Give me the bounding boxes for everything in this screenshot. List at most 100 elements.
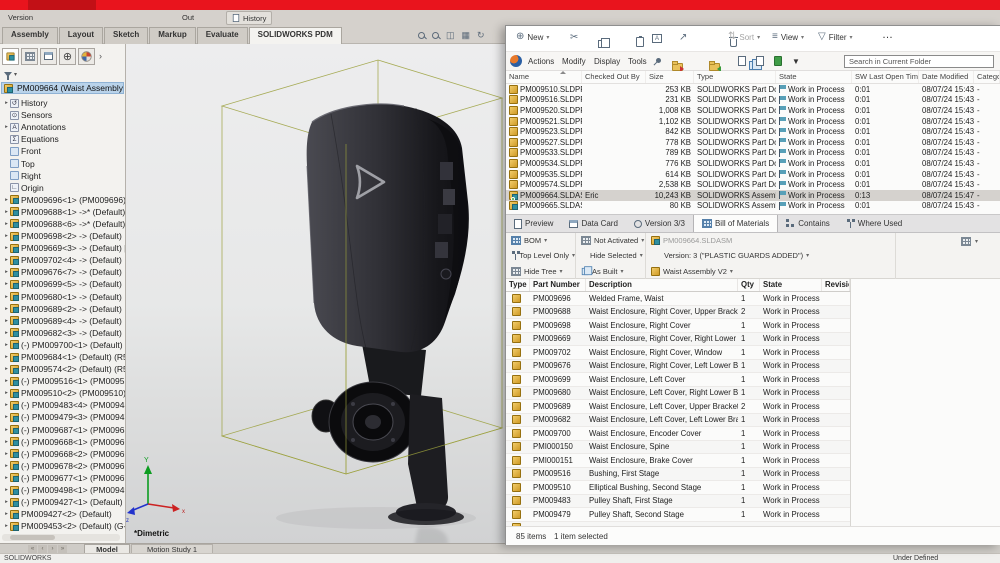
tree-item[interactable]: ▸PM009427<2> (Default): [0, 508, 125, 520]
column-header-checked-out-by[interactable]: Checked Out By: [582, 71, 646, 83]
rename-icon[interactable]: A: [652, 34, 662, 43]
pdm-tab-data-card[interactable]: Data Card: [561, 215, 625, 232]
tab-scroll-last-icon[interactable]: »: [58, 545, 67, 553]
hide-tree-dropdown[interactable]: Hide Tree▾: [506, 264, 575, 279]
expand-arrow-icon[interactable]: ▸: [3, 124, 10, 130]
tree-item[interactable]: ▸PM009453<2> (Default) (G-PC: [0, 520, 125, 532]
search-input[interactable]: [844, 55, 994, 68]
tree-item[interactable]: ▸PM009696<1> (PM009696) (A1: [0, 194, 125, 206]
ribbon-tab-layout[interactable]: Layout: [59, 27, 103, 44]
expand-arrow-icon[interactable]: ▸: [3, 197, 10, 203]
copy-icon[interactable]: [598, 40, 605, 48]
expand-arrow-icon[interactable]: ▸: [3, 209, 10, 215]
tree-item[interactable]: ▸(-) PM009516<1> (PM009516): [0, 375, 125, 387]
expand-arrow-icon[interactable]: ▸: [3, 100, 10, 106]
expand-arrow-icon[interactable]: ▸: [3, 378, 10, 384]
tree-item[interactable]: ▸PM009682<3> -> (Default): [0, 327, 125, 339]
dimxpert-tab[interactable]: ⊕: [59, 48, 76, 65]
expand-arrow-icon[interactable]: ▸: [3, 233, 10, 239]
expand-arrow-icon[interactable]: ▸: [3, 402, 10, 408]
not-activated-dropdown[interactable]: Not Activated▾: [576, 233, 645, 248]
bom-row[interactable]: PM009682Waist Enclosure, Left Cover, Lef…: [506, 414, 850, 428]
bom-row[interactable]: PM009696Welded Frame, Waist1Work in Proc…: [506, 292, 850, 306]
configurationmanager-tab[interactable]: [40, 48, 57, 65]
tree-item[interactable]: ▸PM009698<2> -> (Default): [0, 230, 125, 242]
file-row[interactable]: PM009520.SLDPRT1,008 KBSOLIDWORKS Part D…: [506, 105, 1000, 116]
expand-arrow-icon[interactable]: ▸: [3, 366, 10, 372]
tree-item[interactable]: ▸PM009676<7> -> (Default): [0, 266, 125, 278]
tree-root-item[interactable]: PM009664 (Waist Assembly V2): [1, 82, 124, 94]
display-style-icon[interactable]: ▦: [462, 31, 471, 40]
tree-item[interactable]: ▸PM009510<2> (PM009510) (P1: [0, 387, 125, 399]
tree-item[interactable]: ▸Annotations: [0, 121, 125, 133]
tree-item[interactable]: Sensors: [0, 109, 125, 121]
scrollbar-thumb[interactable]: [10, 535, 55, 540]
tree-item[interactable]: ▸(-) PM009687<1> (PM009687): [0, 424, 125, 436]
tree-item[interactable]: ▸PM009702<4> -> (Default): [0, 254, 125, 266]
file-row[interactable]: PM009516.SLDPRT231 KBSOLIDWORKS Part Doc…: [506, 95, 1000, 106]
file-row[interactable]: PM009664.SLDASMEric10,243 KBSOLIDWORKS A…: [506, 190, 1000, 201]
file-row[interactable]: PM009510.SLDPRT253 KBSOLIDWORKS Part Doc…: [506, 84, 1000, 95]
tree-item[interactable]: ▸(-) PM009668<1> (PM009668): [0, 436, 125, 448]
displaymanager-tab[interactable]: [78, 48, 95, 65]
expand-arrow-icon[interactable]: ▸: [3, 414, 10, 420]
tab-scroll-next-icon[interactable]: ›: [48, 545, 57, 553]
bom-row[interactable]: PM009700Waist Enclosure, Encoder Cover1W…: [506, 427, 850, 441]
pdm-tab-version-3-3[interactable]: Version 3/3: [626, 215, 693, 232]
expand-arrow-icon[interactable]: ▸: [3, 427, 10, 433]
expand-arrow-icon[interactable]: ▸: [3, 221, 10, 227]
panel-expand-arrow[interactable]: ›: [99, 51, 102, 61]
column-header-date-modified[interactable]: Date Modified: [919, 71, 974, 83]
menu-actions[interactable]: Actions: [528, 57, 554, 66]
bom-row[interactable]: PM009510Elliptical Bushing, Second Stage…: [506, 481, 850, 495]
expand-arrow-icon[interactable]: ▸: [3, 463, 10, 469]
expand-arrow-icon[interactable]: ▸: [3, 245, 10, 251]
expand-arrow-icon[interactable]: ▸: [3, 475, 10, 481]
tree-item[interactable]: Right: [0, 170, 125, 182]
tree-item[interactable]: ▸PM009684<1> (Default) (R5-H.: [0, 351, 125, 363]
column-header-category[interactable]: Category: [974, 71, 1000, 83]
menu-display[interactable]: Display: [594, 57, 620, 66]
tree-item[interactable]: ▸(-) PM009677<1> (PM009677): [0, 472, 125, 484]
expand-arrow-icon[interactable]: ▸: [3, 487, 10, 493]
expand-arrow-icon[interactable]: ▸: [3, 499, 10, 505]
bom-row[interactable]: PM009699Waist Enclosure, Left Cover1Work…: [506, 373, 850, 387]
expand-arrow-icon[interactable]: ▸: [3, 523, 10, 529]
column-header-type[interactable]: Type: [694, 71, 776, 83]
compare-bom-icon[interactable]: [961, 237, 971, 246]
check-out-icon[interactable]: [672, 63, 683, 71]
zoom-fit-icon[interactable]: [418, 32, 425, 39]
pdm-tab-contains[interactable]: Contains: [778, 215, 838, 232]
column-header-sw-last-open-time[interactable]: SW Last Open Time: [852, 71, 919, 83]
bom-row[interactable]: PM009702Waist Enclosure, Right Cover, Wi…: [506, 346, 850, 360]
column-header-state[interactable]: State: [776, 71, 852, 83]
tree-item[interactable]: Top: [0, 157, 125, 169]
bom-row[interactable]: PM009676Waist Enclosure, Right Cover, Le…: [506, 360, 850, 374]
file-row[interactable]: PM009527.SLDPRT778 KBSOLIDWORKS Part Doc…: [506, 137, 1000, 148]
cut-icon[interactable]: ✂: [570, 33, 578, 43]
vault-icon[interactable]: [774, 56, 782, 66]
file-preview-icon[interactable]: [756, 56, 764, 66]
ribbon-tab-solidworks-pdm[interactable]: SOLIDWORKS PDM: [249, 27, 342, 44]
tree-item[interactable]: ▸PM009689<2> -> (Default): [0, 303, 125, 315]
tree-item[interactable]: ▸History: [0, 97, 125, 109]
expand-arrow-icon[interactable]: ▸: [3, 269, 10, 275]
tree-filter[interactable]: ▾: [4, 68, 17, 80]
bom-column-header-state[interactable]: State: [760, 279, 822, 291]
graphics-viewport[interactable]: Y x z *Dimetric: [126, 44, 505, 543]
section-view-icon[interactable]: ◫: [446, 31, 455, 40]
share-icon[interactable]: ↗: [679, 33, 687, 43]
column-header-size[interactable]: Size: [646, 71, 694, 83]
tab-scroll-prev-icon[interactable]: ‹: [38, 545, 47, 553]
expand-arrow-icon[interactable]: ▸: [3, 294, 10, 300]
hide-selected-dropdown[interactable]: Hide Selected▾: [576, 248, 645, 263]
file-row[interactable]: PM009533.SLDPRT789 KBSOLIDWORKS Part Doc…: [506, 148, 1000, 159]
tab-scroll-first-icon[interactable]: «: [28, 545, 37, 553]
bom-row[interactable]: PM009698Waist Enclosure, Right Cover1Wor…: [506, 319, 850, 333]
check-in-icon[interactable]: [709, 63, 720, 71]
tree-horizontal-scrollbar[interactable]: [2, 534, 120, 541]
featuremanager-tab[interactable]: [2, 48, 19, 65]
expand-arrow-icon[interactable]: ▸: [3, 439, 10, 445]
bom-column-header-type[interactable]: Type: [506, 279, 530, 291]
bom-type-dropdown[interactable]: BOM▾: [506, 233, 575, 248]
